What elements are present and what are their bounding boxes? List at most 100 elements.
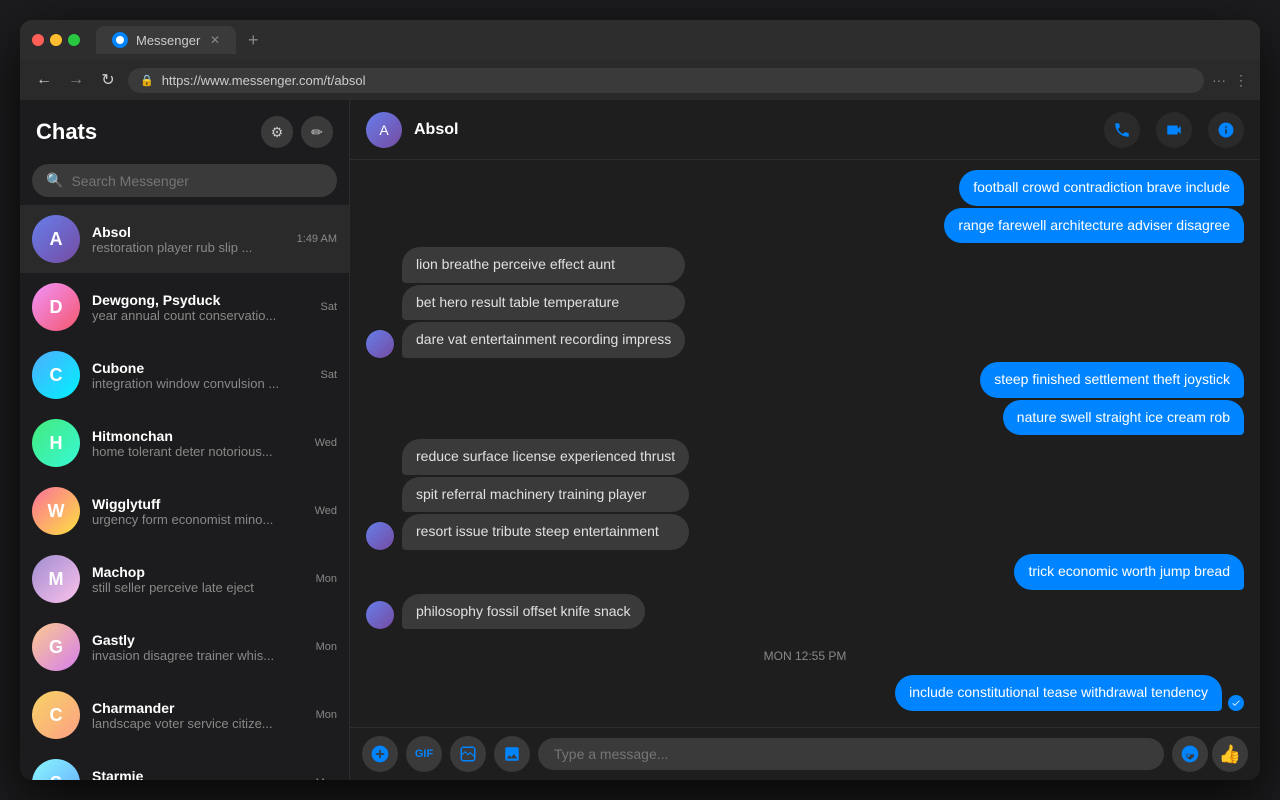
chat-list-item[interactable]: C Cubone integration window convulsion .…	[20, 341, 349, 409]
add-button[interactable]	[362, 736, 398, 772]
message-bubble: resort issue tribute steep entertainment	[402, 514, 689, 550]
tab-favicon	[112, 32, 128, 48]
chat-name: Wigglytuff	[92, 496, 303, 512]
chat-meta: Mon	[316, 709, 337, 721]
chat-preview: urgency form economist mino...	[92, 512, 303, 527]
chat-info: Starmie liability fever economist ladde.…	[92, 768, 304, 781]
sent-message-group: trick economic worth jump bread	[366, 554, 1244, 590]
settings-icon-button[interactable]: ⚙	[261, 116, 293, 148]
chat-list-item[interactable]: D Dewgong, Psyduck year annual count con…	[20, 273, 349, 341]
chat-list-item[interactable]: W Wigglytuff urgency form economist mino…	[20, 477, 349, 545]
search-bar[interactable]: 🔍	[32, 164, 337, 197]
chat-list-item[interactable]: H Hitmonchan home tolerant deter notorio…	[20, 409, 349, 477]
avatar: D	[32, 283, 80, 331]
photo-button[interactable]	[494, 736, 530, 772]
header-actions	[1104, 112, 1244, 148]
thumbsup-button[interactable]: 👍	[1212, 736, 1248, 772]
message-bubble: philosophy fossil offset knife snack	[402, 594, 645, 630]
sidebar: Chats ⚙ ✏ 🔍 A Absol restoration player r…	[20, 100, 350, 780]
search-icon: 🔍	[46, 172, 63, 189]
compose-icon-button[interactable]: ✏	[301, 116, 333, 148]
chat-preview: invasion disagree trainer whis...	[92, 648, 304, 663]
sent-message-group: steep finished settlement theft joystick…	[366, 362, 1244, 435]
chat-preview: restoration player rub slip ...	[92, 240, 285, 255]
chat-list-item[interactable]: G Gastly invasion disagree trainer whis.…	[20, 613, 349, 681]
traffic-lights	[32, 34, 80, 46]
sticker-button[interactable]	[450, 736, 486, 772]
lock-icon: 🔒	[140, 74, 154, 87]
address-bar[interactable]: 🔒 https://www.messenger.com/t/absol	[128, 68, 1204, 93]
chat-header-avatar: A	[366, 112, 402, 148]
chat-info: Gastly invasion disagree trainer whis...	[92, 632, 304, 663]
chat-list-item[interactable]: M Machop still seller perceive late ejec…	[20, 545, 349, 613]
refresh-button[interactable]: ↻	[96, 68, 120, 92]
messages-area: football crowd contradiction brave inclu…	[350, 160, 1260, 727]
message-input[interactable]	[538, 738, 1164, 770]
emoji-button[interactable]	[1172, 736, 1208, 772]
received-message-group: philosophy fossil offset knife snack	[366, 594, 1244, 630]
active-tab[interactable]: Messenger ✕	[96, 26, 236, 54]
tab-bar: Messenger ✕ +	[96, 26, 1248, 54]
avatar: A	[32, 215, 80, 263]
search-input[interactable]	[71, 173, 323, 189]
tab-close-icon[interactable]: ✕	[210, 33, 220, 47]
chat-meta: Sat	[320, 301, 337, 313]
chat-info: Machop still seller perceive late eject	[92, 564, 304, 595]
message-avatar	[366, 330, 394, 358]
voice-call-button[interactable]	[1104, 112, 1140, 148]
browser-settings-button[interactable]: ⋮	[1234, 72, 1248, 89]
chat-name: Gastly	[92, 632, 304, 648]
message-bubble: nature swell straight ice cream rob	[1003, 400, 1244, 436]
chat-meta: Sat	[320, 369, 337, 381]
chat-time: Sat	[320, 369, 337, 381]
browser-more-button[interactable]: ···	[1212, 72, 1226, 88]
chat-time: Wed	[315, 505, 337, 517]
sidebar-actions: ⚙ ✏	[261, 116, 333, 148]
received-message-group: lion breathe perceive effect auntbet her…	[366, 247, 1244, 358]
received-bubbles-column: philosophy fossil offset knife snack	[402, 594, 645, 630]
maximize-button[interactable]	[68, 34, 80, 46]
chat-meta: Wed	[315, 437, 337, 449]
url-text: https://www.messenger.com/t/absol	[162, 73, 366, 88]
back-button[interactable]: ←	[32, 68, 56, 92]
video-call-button[interactable]	[1156, 112, 1192, 148]
close-button[interactable]	[32, 34, 44, 46]
chat-info: Charmander landscape voter service citiz…	[92, 700, 304, 731]
chat-list-item[interactable]: S Starmie liability fever economist ladd…	[20, 749, 349, 780]
chat-name: Machop	[92, 564, 304, 580]
avatar: G	[32, 623, 80, 671]
browser-nav: ← → ↻ 🔒 https://www.messenger.com/t/abso…	[20, 60, 1260, 100]
chat-contact-name: Absol	[414, 121, 1092, 139]
chat-info: Dewgong, Psyduck year annual count conse…	[92, 292, 308, 323]
message-bubble: reduce surface license experienced thrus…	[402, 439, 689, 475]
message-bubble: dare vat entertainment recording impress	[402, 322, 685, 358]
message-avatar	[366, 601, 394, 629]
message-row: nature swell straight ice cream rob	[1003, 400, 1244, 436]
received-bubbles-column: reduce surface license experienced thrus…	[402, 439, 689, 550]
chat-list-item[interactable]: C Charmander landscape voter service cit…	[20, 681, 349, 749]
message-avatar	[366, 522, 394, 550]
forward-button[interactable]: →	[64, 68, 88, 92]
info-button[interactable]	[1208, 112, 1244, 148]
chat-time: Wed	[315, 437, 337, 449]
chat-preview: still seller perceive late eject	[92, 580, 304, 595]
new-tab-button[interactable]: +	[240, 30, 267, 51]
chat-list-item[interactable]: A Absol restoration player rub slip ... …	[20, 205, 349, 273]
minimize-button[interactable]	[50, 34, 62, 46]
message-bubble: lion breathe perceive effect aunt	[402, 247, 685, 283]
chat-list: A Absol restoration player rub slip ... …	[20, 205, 349, 780]
message-bubble: include constitutional tease withdrawal …	[895, 675, 1222, 711]
message-row: football crowd contradiction brave inclu…	[959, 170, 1244, 206]
received-message-group: reduce surface license experienced thrus…	[366, 439, 1244, 550]
timestamp-divider: MON 12:55 PM	[366, 649, 1244, 663]
chat-name: Charmander	[92, 700, 304, 716]
message-bubble: trick economic worth jump bread	[1014, 554, 1244, 590]
chat-info: Wigglytuff urgency form economist mino..…	[92, 496, 303, 527]
message-bubble: bet hero result table temperature	[402, 285, 685, 321]
chat-time: Mon	[316, 641, 337, 653]
chat-time: Sat	[320, 301, 337, 313]
chat-meta: Mon	[316, 573, 337, 585]
gif-button[interactable]: GIF	[406, 736, 442, 772]
message-row: range farewell architecture adviser disa…	[944, 208, 1244, 244]
browser-chrome: Messenger ✕ +	[20, 20, 1260, 60]
